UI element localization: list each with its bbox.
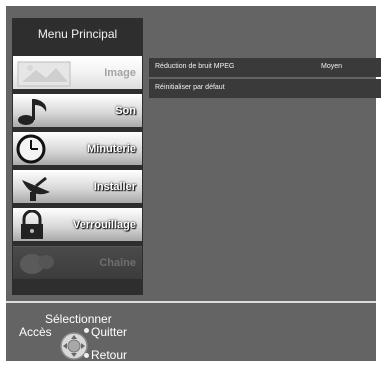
clock-icon [16, 134, 76, 165]
setting-row-reset-defaults[interactable]: Réinitialiser par défaut [149, 79, 381, 98]
tv-screen: Menu Principal Image Son Minuterie Insta… [6, 6, 381, 361]
menu-item-label: Minuterie [87, 143, 136, 155]
menu-item-label: Image [104, 67, 136, 79]
main-menu: Menu Principal Image Son Minuterie Insta… [12, 18, 143, 295]
channel-icon [16, 248, 76, 279]
divider [6, 301, 376, 303]
menu-item-label: Son [115, 105, 136, 117]
menu-item-label: Installer [93, 181, 136, 193]
setting-name: Réinitialiser par défaut [155, 84, 225, 91]
music-note-icon [16, 96, 76, 127]
menu-title: Menu Principal [37, 27, 118, 41]
setting-value: Moyen [321, 63, 343, 70]
menu-item-image[interactable]: Image [13, 56, 142, 89]
menu-item-minuterie[interactable]: Minuterie [13, 132, 142, 165]
padlock-icon [16, 209, 76, 241]
menu-item-son[interactable]: Son [13, 94, 142, 127]
setting-name: Réduction de bruit MPEG [155, 63, 235, 70]
menu-item-verrouillage[interactable]: Verrouillage [13, 208, 142, 241]
satellite-dish-icon [16, 172, 76, 203]
settings-list: Réduction de bruit MPEG Moyen Réinitiali… [149, 58, 381, 100]
menu-item-installer[interactable]: Installer [13, 170, 142, 203]
setting-row-noise-reduction[interactable]: Réduction de bruit MPEG Moyen [149, 58, 381, 77]
image-icon [16, 58, 76, 89]
menu-item-label: Verrouillage [73, 219, 136, 231]
menu-item-chaine: Chaîne [13, 246, 142, 279]
menu-item-label: Chaîne [99, 257, 136, 269]
